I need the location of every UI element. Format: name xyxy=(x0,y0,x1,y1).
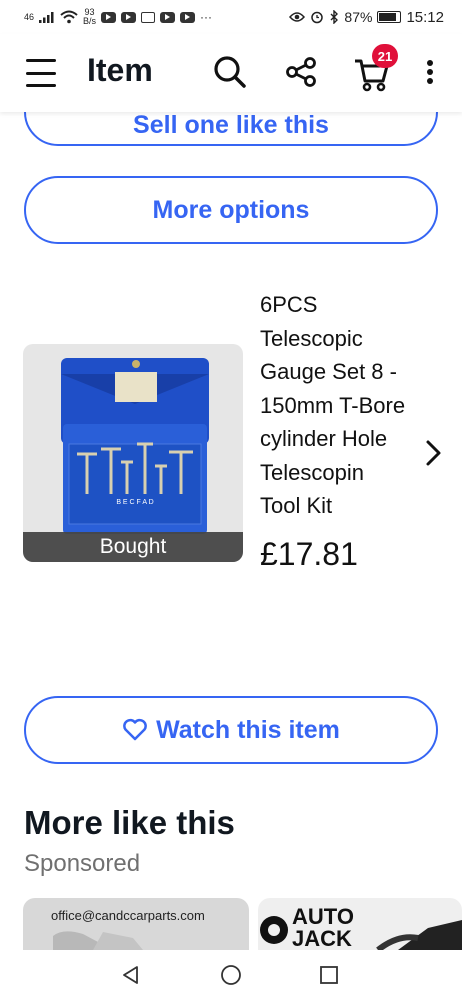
bluetooth-icon xyxy=(330,10,339,24)
logo-line-2: JACK xyxy=(292,926,352,950)
cart-count-badge: 21 xyxy=(372,44,398,68)
status-bar: 46 93 B/s ··· 87% 15:12 xyxy=(0,0,462,34)
product-title-line: cylinder Hole xyxy=(260,426,388,451)
status-right: 87% 15:12 xyxy=(289,9,444,26)
product-price: £17.81 xyxy=(260,536,358,572)
status-left: 46 93 B/s ··· xyxy=(24,8,212,26)
sponsored-card[interactable]: office@candccarparts.com xyxy=(23,898,249,950)
more-vertical-icon[interactable] xyxy=(412,54,448,90)
youtube-icon xyxy=(160,11,176,23)
product-title-line: Tool Kit xyxy=(260,493,333,518)
sell-one-like-this-button[interactable]: Sell one like this xyxy=(24,112,438,146)
battery-fill xyxy=(379,13,396,21)
product-title-line: 6PCS xyxy=(260,292,318,317)
eye-icon xyxy=(289,12,306,22)
home-circle-icon[interactable] xyxy=(220,964,242,986)
sponsored-card[interactable]: AUTO JACK xyxy=(258,898,462,950)
bought-badge: Bought xyxy=(23,532,243,562)
alarm-icon xyxy=(311,11,324,24)
gmail-icon xyxy=(141,11,156,23)
watch-button-label: Watch this item xyxy=(156,715,340,744)
product-title[interactable]: 6PCS Telescopic Gauge Set 8 - 150mm T-Bore c… xyxy=(260,288,420,523)
product-title-line: Telescopic xyxy=(260,325,363,351)
more-notifications-icon: ··· xyxy=(200,10,213,24)
speed-unit: B/s xyxy=(83,16,97,26)
sell-button-label: Sell one like this xyxy=(133,112,329,139)
wifi-icon xyxy=(60,10,78,24)
chevron-right-icon[interactable] xyxy=(424,438,444,468)
hamburger-icon[interactable] xyxy=(26,59,56,87)
product-title-line: Gauge Set 8 - xyxy=(260,359,397,384)
back-triangle-icon[interactable] xyxy=(120,964,142,986)
more-options-button[interactable]: More options xyxy=(24,176,438,244)
more-like-this-heading: More like this xyxy=(24,804,235,841)
network-type: 46 xyxy=(24,11,35,22)
clock: 15:12 xyxy=(406,8,444,26)
battery-icon xyxy=(377,11,402,23)
battery-percent: 87% xyxy=(344,9,373,25)
heart-outline-icon xyxy=(123,718,147,741)
page-title: Item xyxy=(87,52,153,88)
youtube-icon xyxy=(180,11,196,23)
signal-icon xyxy=(39,12,54,23)
search-icon[interactable] xyxy=(212,54,248,90)
product-image[interactable]: B E C F A D Bought xyxy=(23,344,243,562)
watch-this-item-button[interactable]: Watch this item xyxy=(24,696,438,764)
recents-square-icon[interactable] xyxy=(318,964,340,986)
youtube-icon xyxy=(101,11,117,23)
kit-letters: B E C F A D xyxy=(116,499,153,506)
system-nav-bar xyxy=(0,950,462,1000)
item-content[interactable]: Sell one like this More options B E C F … xyxy=(0,112,462,950)
youtube-icon xyxy=(121,11,137,23)
product-title-line: Telescopin xyxy=(260,459,364,485)
auto-jack-logo: AUTO JACK xyxy=(260,904,462,950)
share-icon[interactable] xyxy=(283,54,319,90)
network-speed: 93 B/s xyxy=(83,8,96,26)
sponsored-label: Sponsored xyxy=(24,850,141,877)
telescopic-gauge-kit-image: B E C F A D xyxy=(61,358,209,534)
product-thumbnail xyxy=(53,931,143,950)
product-title-line: 150mm T-Bore xyxy=(260,392,406,418)
